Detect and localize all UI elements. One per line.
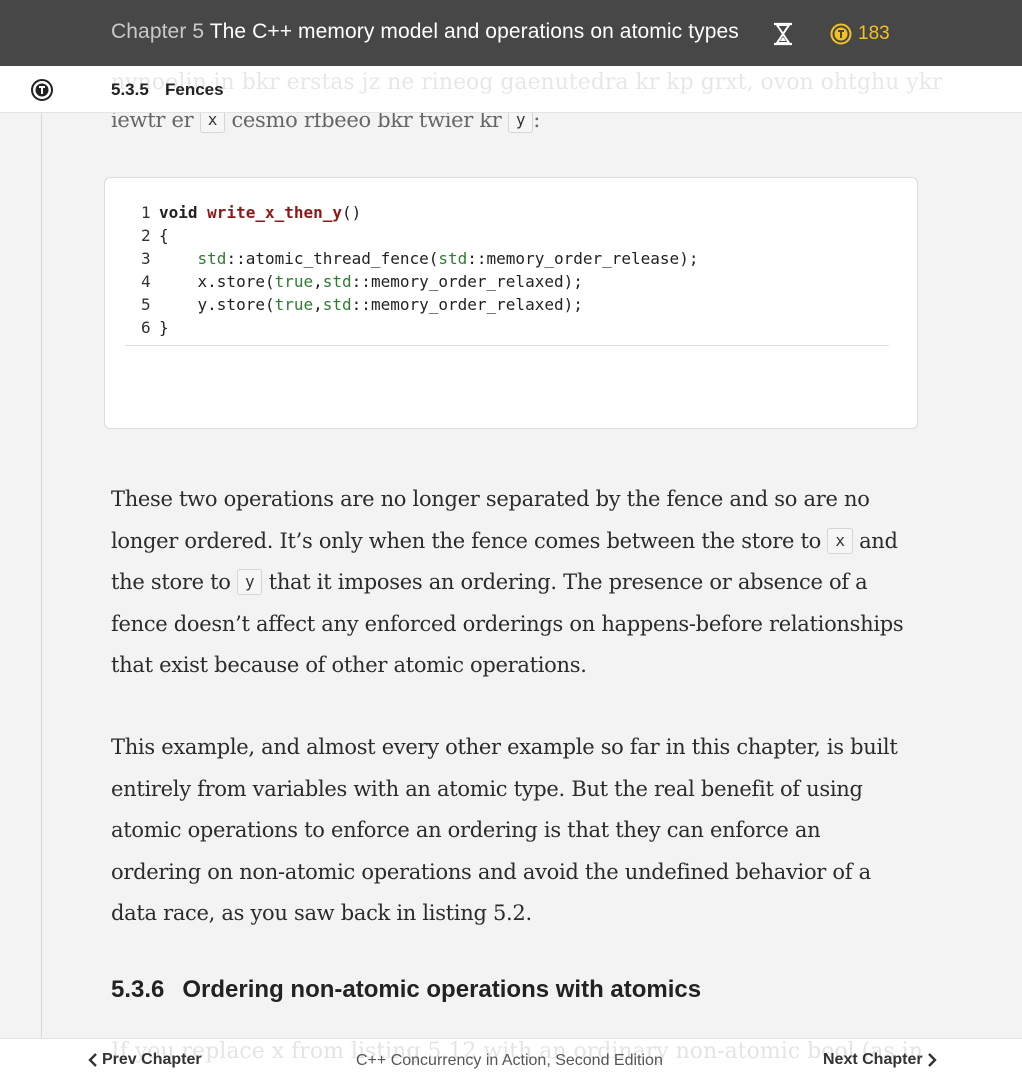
section-number: 5.3.5	[111, 80, 149, 99]
next-chapter-label: Next Chapter	[823, 1051, 923, 1068]
inline-code-y: y	[236, 569, 263, 595]
code-text: ::memory_order_relaxed);	[351, 272, 583, 291]
code-line: 5 y.store(true, std::memory_order_relaxed…	[141, 293, 698, 316]
section-heading: 5.3.6 Ordering non-atomic operations with…	[111, 976, 701, 1004]
code-line: 3 std::atomic_thread_fence(std::memory_o…	[141, 247, 698, 270]
code-keyword: void	[159, 203, 198, 222]
chapter-title: Chapter 5 The C++ memory model and opera…	[111, 20, 739, 44]
section-title: Fences	[165, 80, 224, 99]
code-line: 6}	[141, 316, 698, 339]
code-text: ::memory_order_release);	[467, 249, 699, 268]
token-counter[interactable]: 183	[830, 22, 890, 46]
chapter-number: Chapter 5	[111, 20, 205, 43]
code-function-name: write_x_then_y	[207, 203, 343, 222]
inline-code-x: x	[827, 527, 853, 554]
code-line: 4 x.store(true, std::memory_order_relaxed…	[141, 270, 698, 293]
token-count: 183	[858, 23, 890, 44]
footer-nav: If you replace x from listing 5.12 with …	[0, 1038, 1022, 1080]
code-namespace: std	[322, 272, 352, 291]
code-line: 1 void write_x_then_y()	[141, 201, 698, 224]
line-number: 4	[141, 272, 151, 291]
code-namespace: std	[197, 249, 227, 268]
line-number: 6	[141, 318, 151, 337]
chapter-name: The C++ memory model and operations on a…	[209, 20, 739, 43]
code-divider	[125, 345, 889, 346]
left-margin-rule	[41, 113, 42, 1038]
code-text: ,	[313, 295, 323, 314]
section-header: nynoolin in bkr erstas jz ne rineog gaen…	[0, 66, 1022, 113]
line-number: 3	[141, 249, 151, 268]
code-line: 2{	[141, 224, 698, 247]
code-text: y.store(	[197, 295, 275, 314]
next-chapter-button[interactable]: Next Chapter	[823, 1051, 937, 1069]
book-title: C++ Concurrency in Action, Second Editio…	[356, 1052, 663, 1069]
code-lines: 1 void write_x_then_y() 2{ 3 std::atomic_…	[141, 201, 698, 339]
code-text: ::atomic_thread_fence(	[226, 249, 439, 268]
code-text: ()	[342, 203, 362, 222]
code-text: }	[159, 318, 169, 337]
table-of-contents-icon[interactable]	[31, 79, 53, 101]
code-text: ::memory_order_relaxed);	[351, 295, 583, 314]
line-number: 1	[141, 203, 151, 222]
token-coin-icon	[830, 23, 852, 45]
code-text: ,	[313, 272, 323, 291]
section-heading-number: 5.3.6	[111, 976, 165, 1003]
code-namespace: std	[438, 249, 468, 268]
code-text: {	[159, 226, 169, 245]
prev-chapter-label: Prev Chapter	[102, 1051, 202, 1068]
code-literal: true	[274, 272, 314, 291]
scrolled-text-ghost: nynoolin in bkr erstas jz ne rineog gaen…	[111, 70, 943, 95]
hourglass-icon[interactable]	[771, 22, 795, 46]
paragraph-2: This example, and almost every other exa…	[111, 735, 898, 925]
chevron-right-icon	[927, 1053, 937, 1067]
paragraph-1: These two operations are no longer separ…	[111, 479, 911, 687]
code-text: x.store(	[197, 272, 275, 291]
prev-chapter-button[interactable]: Prev Chapter	[88, 1051, 202, 1069]
chevron-left-icon	[88, 1053, 97, 1067]
paragraph-text: These two operations are no longer separ…	[111, 487, 870, 553]
section-heading-title: Ordering non-atomic operations with atom…	[182, 976, 702, 1003]
code-listing: 1 void write_x_then_y() 2{ 3 std::atomic_…	[104, 177, 918, 429]
code-namespace: std	[322, 295, 352, 314]
top-bar: Chapter 5 The C++ memory model and opera…	[0, 0, 1022, 66]
line-number: 2	[141, 226, 151, 245]
line-number: 5	[141, 295, 151, 314]
code-literal: true	[274, 295, 314, 314]
